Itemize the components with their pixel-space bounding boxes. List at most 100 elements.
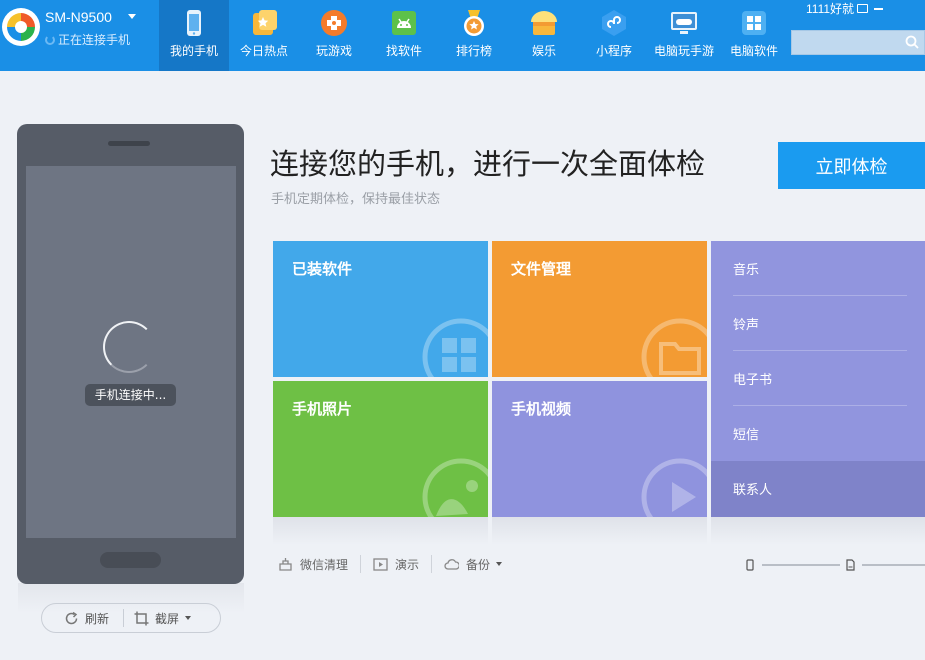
screenshot-button[interactable]: 截屏: [124, 603, 192, 633]
bottom-toolbar: 微信清理 演示 备份: [278, 553, 503, 575]
list-item-label: 铃声: [733, 318, 760, 333]
divider: [360, 555, 362, 573]
loading-spinner-icon: [103, 321, 155, 373]
present-icon: [373, 557, 388, 571]
device-status: 正在连接手机: [45, 31, 130, 48]
cloud-icon: [444, 558, 460, 570]
nav-my-phone[interactable]: 我的手机: [159, 0, 229, 71]
phone-mockup: 手机连接中...: [17, 124, 244, 584]
phone-speaker: [108, 141, 150, 146]
check-now-button[interactable]: 立即体检: [778, 142, 925, 189]
list-item-ebooks[interactable]: 电子书: [711, 351, 925, 406]
main-nav: 我的手机 今日热点 玩游戏 找软件 排行榜 娱乐 小程序 电脑玩手游 电脑软件: [159, 0, 789, 71]
list-item-label: 音乐: [733, 263, 760, 278]
nav-label: 我的手机: [169, 44, 218, 58]
chevron-down-icon: [496, 562, 503, 566]
pc-game-icon: [669, 8, 699, 38]
page-subtitle: 手机定期体检，保持最佳状态: [271, 192, 441, 207]
screenshot-label: 截屏: [155, 611, 180, 626]
message-icon[interactable]: [857, 4, 869, 13]
nav-pc-software[interactable]: 电脑软件: [719, 0, 789, 71]
device-name[interactable]: SM-N9500: [45, 9, 112, 25]
list-item-ringtones[interactable]: 铃声: [711, 296, 925, 351]
tile-phone-photos[interactable]: 手机照片: [273, 381, 488, 517]
nav-hot-today[interactable]: 今日热点: [229, 0, 299, 71]
nav-pc-mobile-games[interactable]: 电脑玩手游: [649, 0, 719, 71]
tile-reflection: [711, 517, 925, 545]
connecting-spinner-icon: [45, 34, 55, 45]
connecting-text: 手机连接中...: [85, 384, 176, 406]
minimize-icon[interactable]: [874, 7, 884, 10]
nav-play-games[interactable]: 玩游戏: [299, 0, 369, 71]
device-dropdown-caret-icon[interactable]: [128, 14, 136, 19]
tile-phone-videos[interactable]: 手机视频: [492, 381, 707, 517]
sd-card-icon: [846, 559, 855, 571]
user-area: 1111好就: [806, 0, 884, 17]
search-icon[interactable]: [905, 35, 919, 49]
nav-label: 玩游戏: [315, 44, 352, 58]
wechat-clean-label: 微信清理: [300, 557, 349, 572]
phone-storage-icon: [746, 559, 754, 571]
miniprogram-icon: [599, 8, 629, 38]
sd-storage-bar: [862, 564, 925, 566]
chevron-down-icon: [185, 616, 192, 620]
divider: [431, 555, 433, 573]
photo-icon: [422, 458, 488, 517]
nav-label: 电脑软件: [729, 44, 778, 58]
hot-star-icon: [249, 8, 279, 38]
pc-software-icon: [739, 8, 769, 38]
tile-reflection: [273, 517, 488, 545]
app-logo-icon[interactable]: [2, 8, 40, 46]
android-icon: [389, 8, 419, 38]
gamepad-icon: [319, 8, 349, 38]
nav-label: 小程序: [595, 44, 632, 58]
list-item-contacts[interactable]: 联系人: [711, 461, 925, 517]
phone-screen: 手机连接中...: [26, 166, 236, 538]
backup-label: 备份: [466, 557, 491, 572]
search-input[interactable]: [792, 31, 902, 54]
tile-file-manager[interactable]: 文件管理: [492, 241, 707, 377]
broom-icon: [279, 557, 292, 571]
nav-label: 排行榜: [455, 44, 492, 58]
refresh-icon: [65, 611, 78, 624]
search-box: [791, 30, 925, 55]
nav-label: 找软件: [385, 44, 422, 58]
demo-label: 演示: [395, 557, 420, 572]
apps-grid-icon: [422, 318, 488, 377]
demo-button[interactable]: 演示: [373, 556, 419, 573]
nav-find-software[interactable]: 找软件: [369, 0, 439, 71]
backup-button[interactable]: 备份: [444, 556, 503, 573]
crop-icon: [134, 611, 149, 625]
play-icon: [641, 458, 707, 517]
nav-label: 今日热点: [239, 44, 288, 58]
top-bar: SM-N9500 正在连接手机 我的手机 今日热点 玩游戏 找软件 排行榜 娱乐…: [0, 0, 925, 71]
list-item-label: 联系人: [733, 483, 773, 498]
nav-mini-program[interactable]: 小程序: [579, 0, 649, 71]
folder-icon: [641, 318, 707, 377]
list-item-label: 电子书: [733, 373, 773, 388]
phone-storage: [745, 558, 840, 572]
sd-storage: [845, 558, 925, 572]
tile-title: 文件管理: [511, 260, 572, 278]
tile-title: 手机视频: [511, 400, 572, 418]
nav-label: 娱乐: [531, 44, 556, 58]
nav-label: 电脑玩手游: [653, 44, 714, 58]
entertainment-box-icon: [529, 8, 559, 38]
list-item-music[interactable]: 音乐: [711, 241, 925, 296]
phone-actions: 刷新 截屏: [41, 603, 221, 633]
refresh-label: 刷新: [85, 611, 110, 626]
media-list: 音乐 铃声 电子书 短信 联系人: [711, 241, 925, 517]
tile-reflection: [492, 517, 707, 545]
medal-icon: [459, 8, 489, 38]
username[interactable]: 1111好就: [806, 0, 854, 17]
list-item-sms[interactable]: 短信: [711, 406, 925, 461]
tile-title: 手机照片: [292, 400, 353, 418]
tile-installed-apps[interactable]: 已装软件: [273, 241, 488, 377]
phone-storage-bar: [762, 564, 840, 566]
refresh-button[interactable]: 刷新: [42, 603, 109, 633]
nav-entertainment[interactable]: 娱乐: [509, 0, 579, 71]
tile-title: 已装软件: [292, 260, 353, 278]
page-title: 连接您的手机，进行一次全面体检: [270, 147, 706, 181]
wechat-clean-button[interactable]: 微信清理: [278, 556, 348, 573]
nav-ranking[interactable]: 排行榜: [439, 0, 509, 71]
